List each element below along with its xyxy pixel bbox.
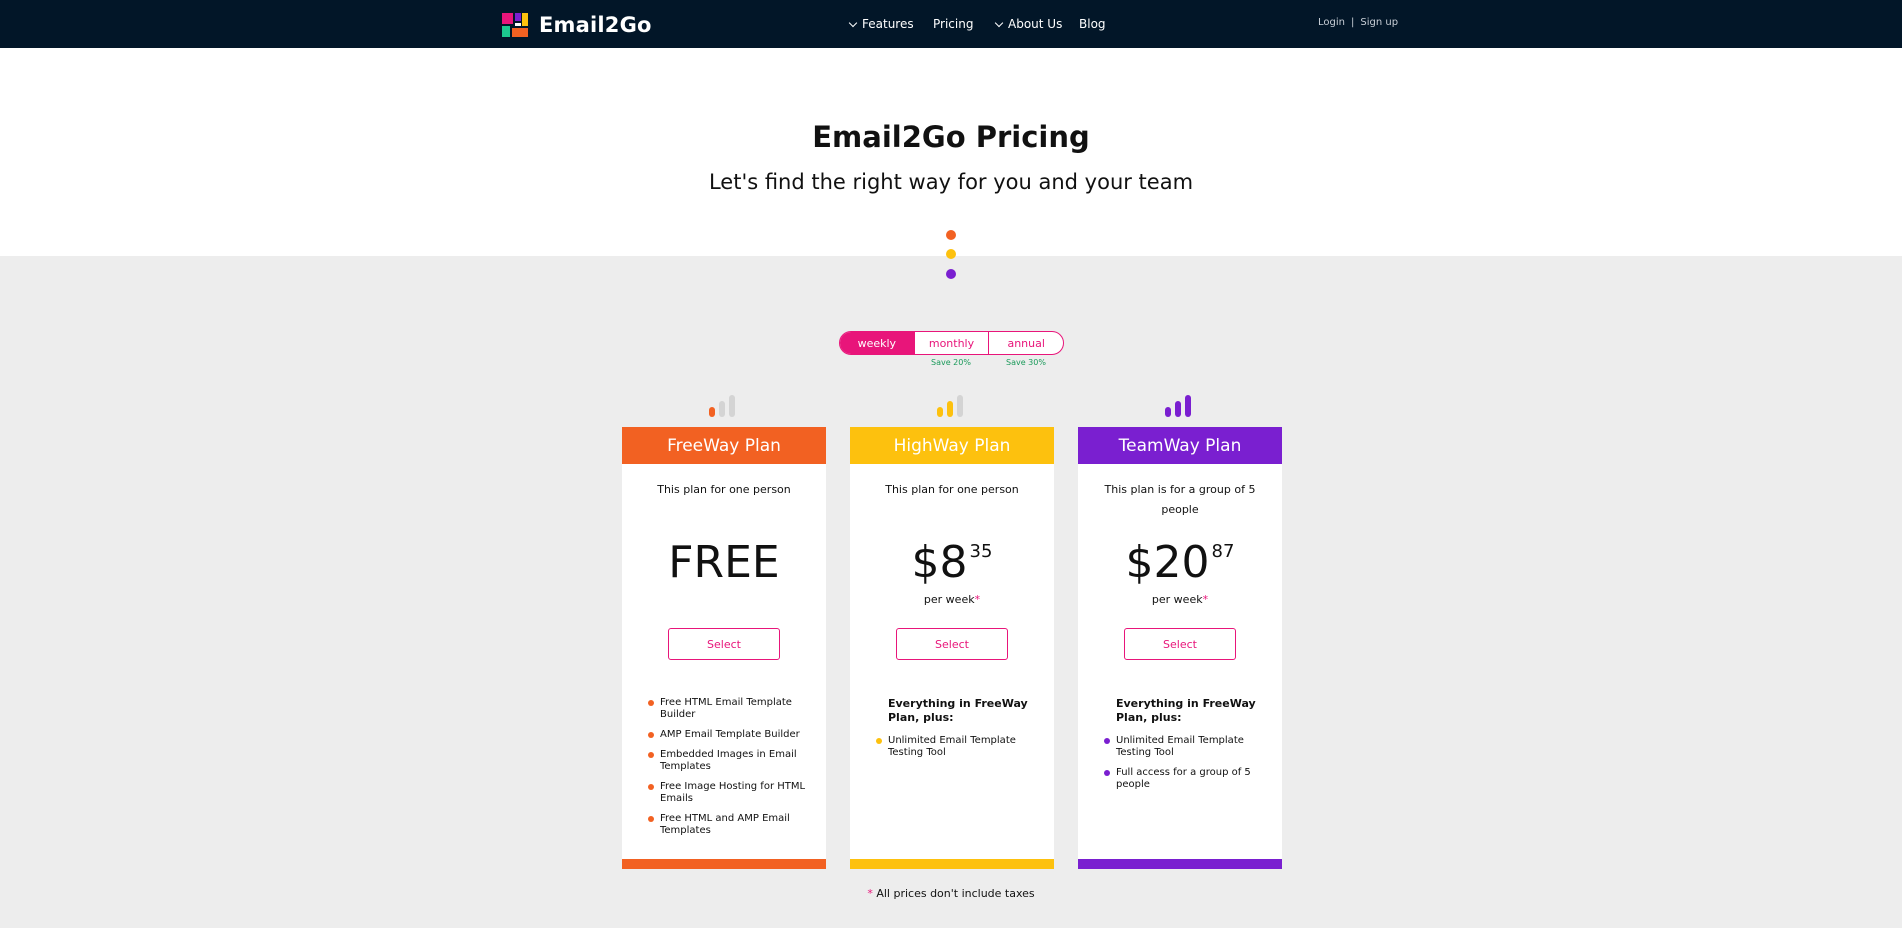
feature-item: Free Image Hosting for HTML Emails — [648, 781, 808, 805]
price-period: per week* — [850, 593, 1054, 606]
plan-card-teamway: TeamWay Plan This plan is for a group of… — [1078, 427, 1282, 869]
plan-price: $8 35 — [850, 537, 1054, 588]
auth-separator: | — [1350, 17, 1355, 28]
chevron-down-icon — [994, 18, 1004, 27]
logo[interactable]: Email2Go — [502, 13, 652, 37]
logo-icon — [502, 13, 528, 37]
nav-about-us[interactable]: About Us — [994, 15, 1062, 33]
save-monthly-label: Save 20% — [931, 358, 971, 367]
feature-list: Unlimited Email Template Testing Tool Fu… — [1104, 735, 1264, 799]
signal-bars-icon — [937, 393, 967, 417]
nav-features[interactable]: Features — [848, 15, 914, 33]
card-footer-bar — [850, 859, 1054, 869]
select-freeway-button[interactable]: Select — [668, 628, 780, 660]
plan-description: This plan for one person — [885, 483, 1019, 496]
plan-name: FreeWay Plan — [622, 427, 826, 464]
nav-blog-label: Blog — [1079, 17, 1106, 31]
decorative-dot-purple — [946, 269, 956, 279]
price-main: $20 — [1125, 537, 1210, 588]
price-cents: 35 — [969, 541, 993, 562]
page-title: Email2Go Pricing — [812, 120, 1090, 154]
nav-blog[interactable]: Blog — [1079, 15, 1106, 33]
nav-about-label: About Us — [1008, 17, 1063, 31]
login-link[interactable]: Login — [1318, 17, 1345, 28]
nav-pricing[interactable]: Pricing — [933, 15, 973, 33]
billing-option-weekly[interactable]: weekly — [840, 332, 914, 354]
signal-bars-icon — [1165, 393, 1195, 417]
auth-links: Login | Sign up — [1318, 17, 1398, 28]
feature-item: Free HTML and AMP Email Templates — [648, 813, 808, 837]
save-annual-label: Save 30% — [1006, 358, 1046, 367]
plan-price: FREE — [668, 537, 780, 588]
asterisk: * — [867, 887, 873, 900]
price-main: $8 — [911, 537, 968, 588]
plan-description: This plan is for a group of 5 people — [1104, 483, 1256, 516]
select-teamway-button[interactable]: Select — [1124, 628, 1236, 660]
price-cents: 87 — [1211, 541, 1235, 562]
signup-link[interactable]: Sign up — [1360, 17, 1398, 28]
plan-name: TeamWay Plan — [1078, 427, 1282, 464]
nav-pricing-label: Pricing — [933, 17, 974, 31]
nav-features-label: Features — [862, 17, 914, 31]
card-footer-bar — [622, 859, 826, 869]
feature-list: Unlimited Email Template Testing Tool — [876, 735, 1036, 767]
features-heading: Everything in FreeWay Plan, plus: — [888, 697, 1028, 724]
top-navigation-bar: Email2Go Features Pricing About Us Blog … — [0, 0, 1902, 48]
asterisk: * — [1202, 593, 1209, 606]
plan-card-freeway: FreeWay Plan This plan for one person FR… — [622, 427, 826, 869]
decorative-dot-orange — [946, 230, 956, 240]
billing-period-toggle: weekly monthly annual — [839, 331, 1064, 355]
plan-name: HighWay Plan — [850, 427, 1054, 464]
page-subtitle: Let's find the right way for you and you… — [708, 170, 1194, 194]
select-highway-button[interactable]: Select — [896, 628, 1008, 660]
feature-item: Free HTML Email Template Builder — [648, 697, 808, 721]
feature-item: Full access for a group of 5 people — [1104, 767, 1264, 791]
price-period: per week* — [1078, 593, 1282, 606]
feature-list: Free HTML Email Template Builder AMP Ema… — [648, 697, 808, 845]
tax-footnote: * All prices don't include taxes — [0, 887, 1902, 900]
feature-item: Unlimited Email Template Testing Tool — [1104, 735, 1264, 759]
card-footer-bar — [1078, 859, 1282, 869]
asterisk: * — [974, 593, 981, 606]
footnote-text: All prices don't include taxes — [876, 887, 1035, 900]
chevron-down-icon — [848, 18, 858, 27]
feature-item: AMP Email Template Builder — [648, 729, 808, 741]
period-label: per week — [1151, 593, 1203, 606]
plan-card-highway: HighWay Plan This plan for one person $8… — [850, 427, 1054, 869]
billing-option-monthly[interactable]: monthly — [913, 332, 989, 354]
plan-price: $20 87 — [1078, 537, 1282, 588]
feature-item: Embedded Images in Email Templates — [648, 749, 808, 773]
features-heading: Everything in FreeWay Plan, plus: — [1116, 697, 1256, 724]
plan-description: This plan for one person — [657, 483, 791, 496]
logo-text: Email2Go — [539, 13, 652, 37]
billing-option-annual[interactable]: annual — [988, 332, 1063, 354]
signal-bars-icon — [709, 393, 739, 417]
period-label: per week — [923, 593, 975, 606]
feature-item: Unlimited Email Template Testing Tool — [876, 735, 1036, 759]
decorative-dot-yellow — [946, 249, 956, 259]
